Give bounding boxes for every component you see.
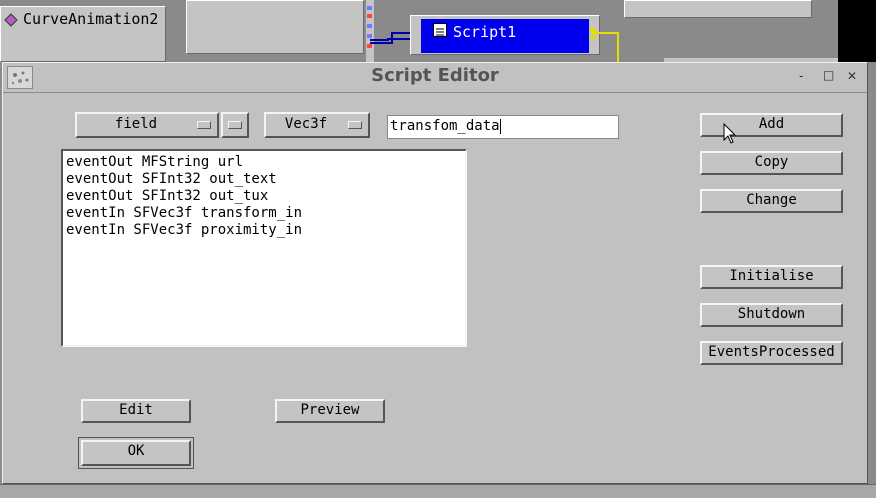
script-editor-window: Script Editor - □ ✕ field Vec3f transfom… bbox=[2, 62, 868, 484]
right-edge bbox=[868, 62, 876, 484]
close-button[interactable]: ✕ bbox=[847, 69, 857, 83]
change-button[interactable]: Change bbox=[700, 189, 843, 213]
list-item[interactable]: eventIn SFVec3f proximity_in bbox=[66, 222, 462, 239]
kind-dropdown-value: field bbox=[114, 116, 158, 132]
type-dropdown-value: Vec3f bbox=[284, 116, 328, 132]
events-processed-button[interactable]: EventsProcessed bbox=[700, 341, 843, 365]
dark-region bbox=[838, 0, 876, 62]
preview-button[interactable]: Preview bbox=[275, 399, 385, 423]
dropdown-indicator-icon bbox=[228, 121, 242, 129]
curve-node-icon bbox=[4, 12, 18, 27]
curve-node-panel[interactable]: CurveAnimation2 bbox=[0, 6, 166, 62]
list-item[interactable]: eventOut MFString url bbox=[66, 154, 462, 171]
list-item[interactable]: eventIn SFVec3f transform_in bbox=[66, 205, 462, 222]
minimize-button[interactable]: - bbox=[799, 69, 803, 83]
node-panel[interactable] bbox=[186, 0, 364, 54]
maximize-button[interactable]: □ bbox=[823, 68, 834, 82]
script-node[interactable]: Script1 bbox=[410, 15, 600, 55]
add-button[interactable]: Add bbox=[700, 113, 843, 137]
ok-button[interactable]: OK bbox=[81, 440, 191, 466]
ok-button-frame: OK bbox=[78, 437, 194, 469]
bottom-strip bbox=[0, 484, 876, 498]
kind-option-button[interactable] bbox=[221, 112, 249, 138]
document-icon bbox=[433, 23, 447, 37]
script-node-label: Script1 bbox=[453, 23, 517, 41]
type-dropdown[interactable]: Vec3f bbox=[264, 112, 370, 138]
list-item[interactable]: eventOut SFInt32 out_text bbox=[66, 171, 462, 188]
field-name-input[interactable]: transfom_data bbox=[387, 115, 619, 139]
route-editor-background: CurveAnimation2 Script1 bbox=[0, 0, 876, 65]
node-panel-right[interactable] bbox=[624, 0, 812, 18]
copy-button[interactable]: Copy bbox=[700, 151, 843, 175]
list-item[interactable]: eventOut SFInt32 out_tux bbox=[66, 188, 462, 205]
interface-list[interactable]: eventOut MFString url eventOut SFInt32 o… bbox=[61, 149, 467, 347]
edit-button[interactable]: Edit bbox=[81, 399, 191, 423]
window-title: Script Editor bbox=[371, 65, 499, 86]
kind-dropdown[interactable]: field bbox=[75, 112, 219, 138]
title-bar[interactable]: Script Editor - □ ✕ bbox=[3, 63, 867, 93]
dropdown-indicator-icon bbox=[197, 121, 211, 129]
shutdown-button[interactable]: Shutdown bbox=[700, 303, 843, 327]
curve-node-label: CurveAnimation2 bbox=[23, 10, 159, 28]
script-node-body: Script1 bbox=[421, 19, 589, 53]
mouse-pointer-icon bbox=[723, 123, 737, 144]
text-cursor bbox=[499, 118, 501, 134]
field-name-value: transfom_data bbox=[390, 118, 500, 134]
initialise-button[interactable]: Initialise bbox=[700, 265, 843, 289]
output-route-line bbox=[590, 28, 619, 65]
dropdown-indicator-icon bbox=[348, 121, 362, 129]
